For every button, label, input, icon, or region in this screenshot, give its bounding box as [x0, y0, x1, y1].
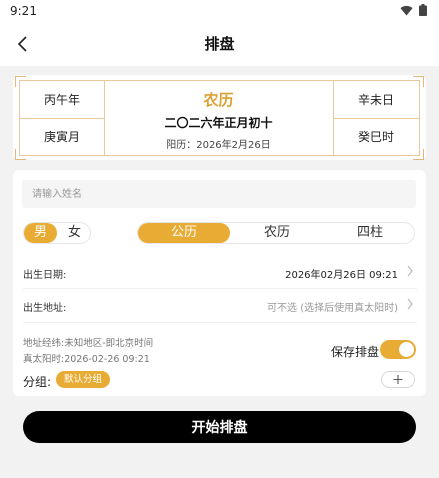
tab-four-pillars[interactable]: 四柱	[324, 223, 416, 243]
wifi-icon	[400, 5, 413, 16]
birth-place-label: 出生地址:	[23, 303, 67, 314]
row-divider	[23, 322, 417, 323]
month-pillar: 庚寅月	[43, 130, 80, 144]
status-bar: 9:21	[0, 0, 439, 22]
app-bar: 排盘	[0, 22, 439, 66]
year-pillar: 丙午年	[43, 93, 80, 107]
start-chart-button[interactable]: 开始排盘	[23, 411, 416, 443]
form-card: 男 女 公历 农历 四柱 出生日期: 2026年02月26日 09:21 出生地…	[13, 170, 426, 396]
row-divider	[23, 288, 417, 289]
tab-solar[interactable]: 公历	[138, 223, 230, 243]
birth-date-value: 2026年02月26日 09:21	[285, 270, 398, 281]
gender-female-option[interactable]: 女	[58, 223, 91, 243]
battery-icon	[419, 4, 427, 16]
chevron-right-icon	[407, 298, 413, 310]
chevron-right-icon	[407, 265, 413, 277]
save-chart-toggle[interactable]	[380, 340, 416, 359]
toggle-knob	[399, 342, 414, 357]
tab-lunar[interactable]: 农历	[231, 223, 323, 243]
birth-date-label: 出生日期:	[23, 270, 67, 281]
gender-male-option[interactable]: 男	[24, 223, 57, 243]
gender-selector: 男 女	[23, 222, 91, 244]
bazi-card: 丙午年 庚寅月 辛未日 癸巳时 农历 二〇二六年正月初十 阳历：2026年2月2…	[13, 75, 426, 160]
save-chart-label: 保存排盘	[331, 345, 380, 359]
plus-icon	[393, 375, 403, 384]
hour-pillar: 癸巳时	[357, 130, 394, 144]
calendar-type-heading: 农历	[203, 91, 234, 109]
status-icons	[400, 4, 427, 16]
default-group-chip[interactable]: 默认分组	[56, 371, 111, 388]
name-input[interactable]	[22, 180, 416, 208]
group-label: 分组:	[23, 375, 52, 389]
status-time: 9:21	[10, 4, 37, 18]
lunar-date: 二〇二六年正月初十	[164, 116, 273, 130]
coordinates-text: 地址经纬:未知地区-即北京时间	[23, 338, 154, 349]
solar-date: 阳历：2026年2月26日	[166, 140, 271, 151]
day-pillar: 辛未日	[357, 93, 394, 107]
bazi-frame: 丙午年 庚寅月 辛未日 癸巳时 农历 二〇二六年正月初十 阳历：2026年2月2…	[15, 76, 424, 160]
birth-place-value: 可不选 (选择后使用真太阳时)	[267, 303, 398, 314]
add-group-button[interactable]	[381, 371, 415, 388]
true-solar-time-text: 真太阳时:2026-02-26 09:21	[23, 354, 150, 365]
page-title: 排盘	[204, 35, 235, 53]
calendar-type-tabs: 公历 农历 四柱	[137, 222, 415, 244]
